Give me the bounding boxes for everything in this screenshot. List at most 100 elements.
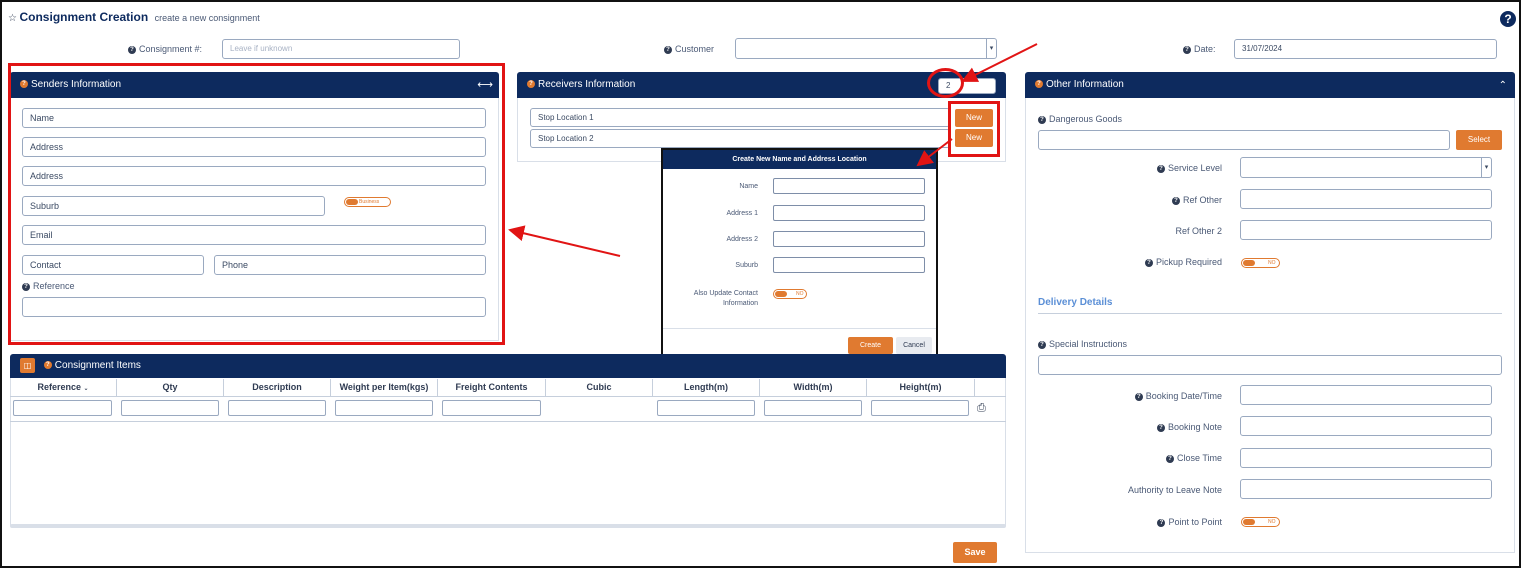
question-icon: ? [1183,45,1191,54]
question-icon: ? [1038,340,1046,349]
point-to-point-label: ? Point to Point [1130,517,1222,527]
question-icon: ? [1165,454,1174,463]
dangerous-goods-input[interactable] [1038,130,1450,150]
delivery-details-heading: Delivery Details [1038,297,1113,308]
ref-other2-label: Ref Other 2 [1175,226,1222,236]
dialog-name-label: Name [739,183,758,190]
dropdown-icon[interactable]: ▾ [986,39,996,58]
col-height: Height(m) [867,379,975,396]
question-icon: ? [1134,392,1143,401]
dialog-title: Create New Name and Address Location [663,150,936,169]
col-weight: Weight per Item(kgs) [331,379,438,396]
question-icon: ? [43,361,52,370]
other-panel-header: ? Other Information ⌃ [1025,72,1515,98]
stop-location-1[interactable]: Stop Location 1 [530,108,950,127]
booking-datetime-label: ? Booking Date/Time [1110,391,1222,401]
item-length-input[interactable] [657,400,755,416]
customer-select[interactable]: ▾ [735,38,997,59]
dialog-update-label-1: Also Update Contact [693,290,758,297]
point-to-point-toggle[interactable]: NO [1241,517,1280,527]
col-freight-contents: Freight Contents [438,379,546,396]
dropdown-icon[interactable]: ▾ [1481,158,1491,177]
page-title-row: ☆ Consignment Creation create a new cons… [8,10,260,26]
delivery-divider [1038,313,1502,314]
stop-location-2[interactable]: Stop Location 2 [530,129,950,148]
dialog-address2-input[interactable] [773,231,925,247]
question-icon: ? [1156,423,1165,432]
pickup-required-label: ? Pickup Required [1130,257,1222,267]
authority-note-label: Authority to Leave Note [1127,485,1222,495]
question-icon: ? [1156,164,1165,173]
dialog-update-toggle[interactable]: NO [773,289,807,299]
question-icon: ? [1171,196,1180,205]
items-panel-header: ◫ ? Consignment Items [10,354,1006,378]
date-label: ? Date: [1183,44,1216,54]
booking-datetime-input[interactable] [1240,385,1492,405]
special-instructions-input[interactable] [1038,355,1502,375]
question-icon: ? [128,45,136,54]
print-icon[interactable]: ⎙ [977,402,986,415]
columns-toggle-icon[interactable]: ◫ [20,357,35,373]
close-time-label: ? Close Time [1110,453,1222,463]
item-weight-input[interactable] [335,400,433,416]
save-button[interactable]: Save [953,542,997,563]
ref-other2-input[interactable] [1240,220,1492,240]
star-icon[interactable]: ☆ [8,13,17,24]
close-time-input[interactable] [1240,448,1492,468]
page-subtitle: create a new consignment [154,13,260,23]
item-freight-input[interactable] [442,400,541,416]
dialog-create-button[interactable]: Create [848,337,893,354]
question-icon: ? [1038,115,1046,124]
question-icon: ? [1035,80,1043,89]
question-icon: ? [1157,518,1166,527]
arrow-to-senders [508,225,621,257]
item-reference-input[interactable] [13,400,112,416]
dialog-address1-input[interactable] [773,205,925,221]
consignment-label: ? Consignment #: [128,44,202,54]
help-icon[interactable]: ? [1500,11,1516,27]
item-width-input[interactable] [764,400,862,416]
authority-note-input[interactable] [1240,479,1492,499]
dialog-address1-label: Address 1 [726,210,758,217]
collapse-chevron-icon[interactable]: ⌃ [1499,73,1507,99]
col-width: Width(m) [760,379,867,396]
sort-icon[interactable]: ⌄ [84,386,89,392]
col-description: Description [224,379,331,396]
ref-other-label: ? Ref Other [1140,195,1222,205]
dangerous-goods-select-button[interactable]: Select [1456,130,1502,150]
dialog-suburb-input[interactable] [773,257,925,273]
dialog-update-label-2: Information [722,300,758,307]
items-table-header: Reference ⌄ Qty Description Weight per I… [10,379,1006,397]
col-reference[interactable]: Reference ⌄ [10,379,117,396]
col-qty: Qty [117,379,224,396]
dialog-divider [663,328,936,329]
dialog-suburb-label: Suburb [735,262,758,269]
service-level-select[interactable]: ▾ [1240,157,1492,178]
items-scrollbar[interactable] [10,524,1006,528]
items-input-row: ⎙ [10,397,1006,422]
page-title: Consignment Creation [19,10,149,24]
dialog-cancel-button[interactable]: Cancel [896,337,932,354]
annotation-senders-box [8,63,505,345]
customer-label: ? Customer [664,44,714,54]
service-level-label: ? Service Level [1140,163,1222,173]
booking-note-label: ? Booking Note [1110,422,1222,432]
question-icon: ? [664,45,672,54]
date-input[interactable]: 31/07/2024 [1234,39,1497,59]
dialog-address2-label: Address 2 [726,236,758,243]
dialog-name-input[interactable] [773,178,925,194]
consignment-number-input[interactable]: Leave if unknown [222,39,460,59]
col-length: Length(m) [653,379,760,396]
item-description-input[interactable] [228,400,326,416]
item-qty-input[interactable] [121,400,219,416]
item-height-input[interactable] [871,400,969,416]
special-instructions-label: ? Special Instructions [1038,339,1127,349]
booking-note-input[interactable] [1240,416,1492,436]
question-icon: ? [1144,258,1153,267]
ref-other-input[interactable] [1240,189,1492,209]
question-icon: ? [527,80,535,89]
pickup-required-toggle[interactable]: NO [1241,258,1280,268]
annotation-count-circle [927,68,964,98]
col-cubic: Cubic [546,379,653,396]
dangerous-goods-label: ? Dangerous Goods [1038,114,1122,124]
